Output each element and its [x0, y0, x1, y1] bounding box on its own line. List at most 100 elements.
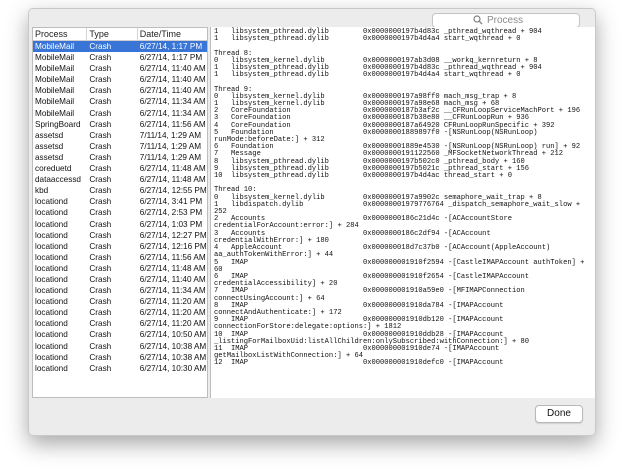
list-item[interactable]: locationd Crash 6/27/14, 11:20 AM: [33, 307, 207, 318]
list-item[interactable]: assetsd Crash 7/11/14, 1:29 AM: [33, 152, 207, 163]
log-line: 1 libsystem_pthread.dylib 0x0000000197b4…: [214, 71, 521, 80]
type-cell: Crash: [89, 341, 112, 351]
datetime-cell: 6/27/14, 11:34 AM: [139, 286, 206, 296]
log-line: 1 libdispatch.dylib 0x00000001979776764 …: [214, 200, 581, 209]
datetime-cell: 6/27/14, 11:34 AM: [139, 108, 206, 118]
datetime-cell: 6/27/14, 11:20 AM: [139, 319, 206, 329]
list-item[interactable]: locationd Crash 6/27/14, 11:48 AM: [33, 263, 207, 274]
type-cell: Crash: [89, 230, 112, 240]
list-item[interactable]: locationd Crash 6/27/14, 11:56 AM: [33, 252, 207, 263]
datetime-cell: 6/27/14, 1:03 PM: [139, 219, 203, 229]
datetime-cell: 6/27/14, 11:34 AM: [139, 97, 206, 107]
list-item[interactable]: MobileMail Crash 6/27/14, 1:17 PM: [33, 41, 207, 53]
list-item[interactable]: locationd Crash 6/27/14, 12:16 PM: [33, 241, 207, 252]
list-item[interactable]: locationd Crash 6/27/14, 12:27 PM: [33, 230, 207, 241]
list-item[interactable]: kbd Crash 6/27/14, 12:55 PM: [33, 185, 207, 196]
done-button[interactable]: Done: [535, 405, 583, 423]
column-header-type[interactable]: Type: [87, 28, 138, 40]
list-item[interactable]: MobileMail Crash 6/27/14, 1:17 PM: [33, 52, 207, 63]
list-item[interactable]: locationd Crash 6/27/14, 3:41 PM: [33, 196, 207, 207]
process-cell: locationd: [35, 230, 68, 240]
log-line: 1 libsystem_pthread.dylib 0x0000000197b4…: [214, 35, 521, 44]
toolbar: [29, 9, 595, 28]
type-cell: Crash: [89, 219, 112, 229]
search-field[interactable]: [432, 13, 580, 28]
list-item[interactable]: coreduetd Crash 6/27/14, 11:48 AM: [33, 163, 207, 174]
process-cell: assetsd: [35, 152, 64, 162]
crash-log-window: Process Type Date/Time MobileMail Crash 6/…: [28, 8, 596, 436]
footer: Done: [29, 398, 595, 435]
list-item[interactable]: locationd Crash 6/27/14, 11:40 AM: [33, 274, 207, 285]
list-item[interactable]: locationd Crash 6/27/14, 11:34 AM: [33, 285, 207, 296]
process-cell: locationd: [35, 319, 68, 329]
log-line: 12 IMAP 0x000000001910defc0 -[IMAPAccoun…: [214, 359, 504, 368]
process-cell: locationd: [35, 297, 68, 307]
list-item[interactable]: locationd Crash 6/27/14, 11:20 AM: [33, 296, 207, 307]
list-item[interactable]: MobileMail Crash 6/27/14, 11:34 AM: [33, 96, 207, 107]
datetime-cell: 7/11/14, 1:29 AM: [139, 130, 202, 140]
process-cell: locationd: [35, 308, 68, 318]
type-cell: Crash: [89, 152, 112, 162]
process-cell: locationd: [35, 352, 68, 362]
list-item[interactable]: locationd Crash 6/27/14, 10:50 AM: [33, 329, 207, 340]
list-item[interactable]: locationd Crash 6/27/14, 2:53 PM: [33, 207, 207, 218]
type-cell: Crash: [89, 274, 112, 284]
list-item[interactable]: locationd Crash 6/27/14, 1:03 PM: [33, 219, 207, 230]
crash-log-detail[interactable]: 1 libsystem_pthread.dylib 0x0000000197b4…: [210, 27, 595, 398]
list-item[interactable]: MobileMail Crash 6/27/14, 11:40 AM: [33, 74, 207, 85]
datetime-cell: 6/27/14, 11:48 AM: [139, 175, 206, 185]
list-item[interactable]: dataaccessd Crash 6/27/14, 11:48 AM: [33, 174, 207, 185]
process-cell: assetsd: [35, 130, 64, 140]
type-cell: Crash: [89, 241, 112, 251]
type-cell: Crash: [89, 286, 112, 296]
list-item[interactable]: SpringBoard Crash 6/27/14, 11:56 AM: [33, 119, 207, 130]
datetime-cell: 6/27/14, 11:20 AM: [139, 308, 206, 318]
datetime-cell: 6/27/14, 11:40 AM: [139, 86, 206, 96]
process-cell: locationd: [35, 208, 68, 218]
datetime-cell: 6/27/14, 10:30 AM: [139, 363, 207, 373]
datetime-cell: 6/27/14, 11:40 AM: [139, 274, 206, 284]
list-item[interactable]: MobileMail Crash 6/27/14, 11:34 AM: [33, 108, 207, 119]
datetime-cell: 6/27/14, 12:27 PM: [139, 230, 207, 240]
type-cell: Crash: [89, 363, 112, 373]
process-cell: MobileMail: [35, 64, 75, 74]
datetime-cell: 6/27/14, 2:53 PM: [139, 208, 203, 218]
process-cell: locationd: [35, 274, 68, 284]
datetime-cell: 7/11/14, 1:29 AM: [139, 152, 202, 162]
type-cell: Crash: [89, 42, 112, 51]
type-cell: Crash: [89, 175, 112, 185]
type-cell: Crash: [89, 186, 112, 196]
list-item[interactable]: locationd Crash 6/27/14, 11:20 AM: [33, 318, 207, 329]
process-cell: MobileMail: [35, 53, 75, 63]
datetime-cell: 6/27/14, 11:40 AM: [139, 64, 206, 74]
list-item[interactable]: MobileMail Crash 6/27/14, 11:40 AM: [33, 63, 207, 74]
process-cell: locationd: [35, 241, 68, 251]
list-item[interactable]: assetsd Crash 7/11/14, 1:29 AM: [33, 141, 207, 152]
type-cell: Crash: [89, 53, 112, 63]
type-cell: Crash: [89, 119, 112, 129]
process-cell: locationd: [35, 263, 68, 273]
datetime-cell: 6/27/14, 3:41 PM: [139, 197, 203, 207]
datetime-cell: 6/27/14, 12:55 PM: [139, 186, 207, 196]
list-item[interactable]: locationd Crash 6/27/14, 10:38 AM: [33, 341, 207, 352]
list-item[interactable]: assetsd Crash 7/11/14, 1:29 AM: [33, 130, 207, 141]
process-cell: SpringBoard: [35, 119, 81, 129]
column-header-process[interactable]: Process: [33, 28, 88, 40]
process-cell: dataaccessd: [35, 175, 81, 185]
log-line: 10 libsystem_pthread.dylib 0x0000000197b…: [214, 172, 512, 181]
column-header-datetime[interactable]: Date/Time: [138, 28, 207, 40]
list-item[interactable]: locationd Crash 6/27/14, 10:38 AM: [33, 352, 207, 363]
process-cell: kbd: [35, 186, 49, 196]
type-cell: Crash: [89, 64, 112, 74]
type-cell: Crash: [89, 197, 112, 207]
search-input[interactable]: [485, 15, 577, 26]
type-cell: Crash: [89, 352, 112, 362]
datetime-cell: 6/27/14, 11:48 AM: [139, 164, 206, 174]
type-cell: Crash: [89, 130, 112, 140]
list-item[interactable]: MobileMail Crash 6/27/14, 11:40 AM: [33, 85, 207, 96]
datetime-cell: 6/27/14, 11:40 AM: [139, 75, 206, 85]
process-cell: MobileMail: [35, 86, 75, 96]
type-cell: Crash: [89, 263, 112, 273]
crash-report-list[interactable]: Process Type Date/Time MobileMail Crash 6/…: [32, 27, 208, 398]
list-item[interactable]: locationd Crash 6/27/14, 10:30 AM: [33, 363, 207, 374]
